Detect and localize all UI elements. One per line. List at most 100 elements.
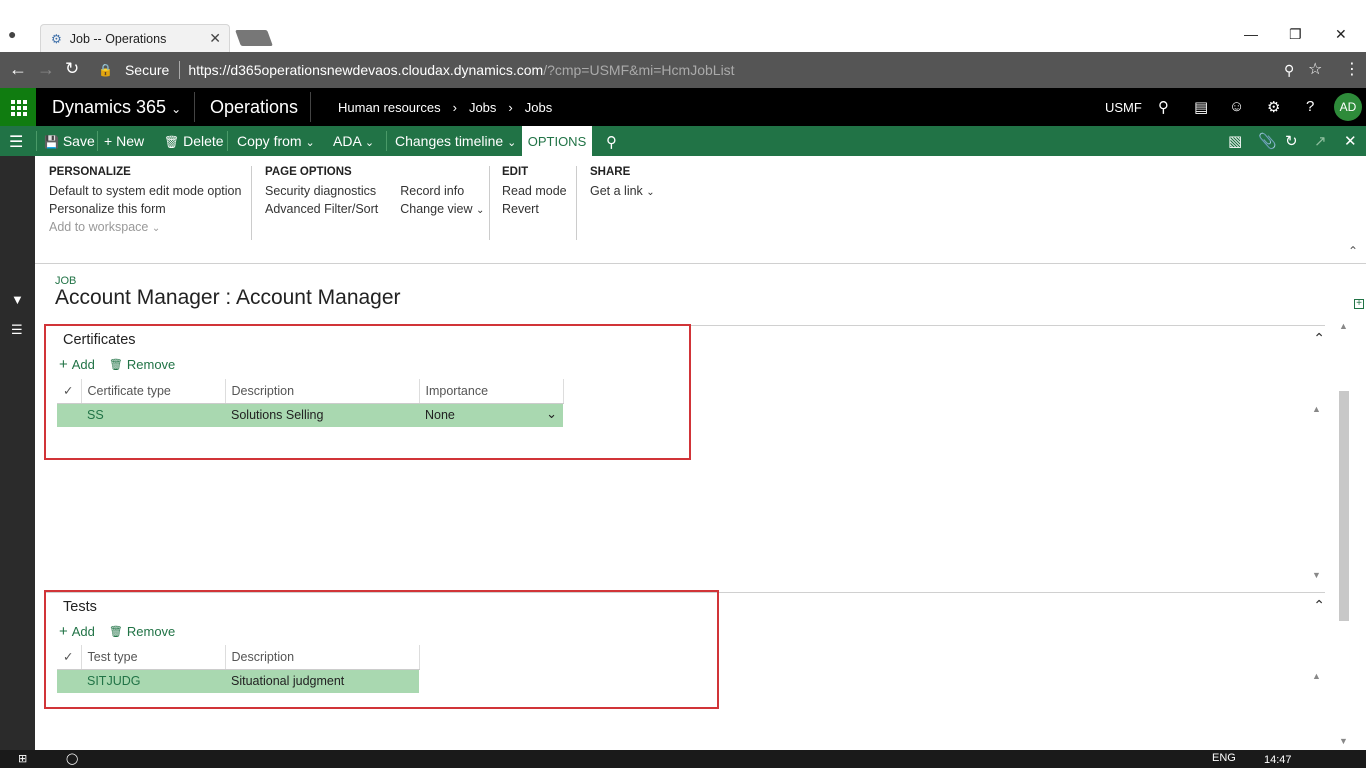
browser-tabstrip: ● ⚙ Job -- Operations ✕ — ❐ ✕ <box>0 0 1366 52</box>
scroll-thumb[interactable] <box>1339 391 1349 621</box>
new-button[interactable]: + New <box>104 133 144 149</box>
nav-divider <box>194 92 195 122</box>
advanced-filter-option[interactable]: Advanced Filter/Sort <box>265 202 378 220</box>
chevron-down-icon: ⌄ <box>364 137 375 149</box>
action-search-icon[interactable]: ⚲ <box>606 133 617 151</box>
module-title: Operations <box>210 97 299 117</box>
forward-icon[interactable]: → <box>37 59 55 80</box>
windows-taskbar: ⊞ ◯ ENG 14:47 <box>0 750 1366 768</box>
breadcrumb: Human resources › Jobs › Jobs <box>338 100 552 115</box>
refresh-icon[interactable]: ↻ <box>1285 132 1298 150</box>
breadcrumb-item[interactable]: Jobs <box>525 100 552 115</box>
scroll-up-icon[interactable]: ▲ <box>1339 321 1348 331</box>
tests-scrollbar[interactable]: ▲ <box>1309 671 1323 751</box>
expand-panel-icon[interactable]: + <box>1354 299 1364 309</box>
browser-menu-icon[interactable]: ⋮ <box>1344 59 1360 79</box>
breadcrumb-item[interactable]: Jobs <box>469 100 496 115</box>
url-host: https://d365operationsnewdevaos.cloudax.… <box>188 62 544 78</box>
start-icon[interactable]: ⊞ <box>18 752 27 765</box>
ada-menu[interactable]: ADA ⌄ <box>333 133 374 149</box>
breadcrumb-item[interactable]: Human resources <box>338 100 441 115</box>
action-divider <box>97 131 98 151</box>
list-icon[interactable]: ☰ <box>11 322 23 338</box>
address-bar[interactable]: 🔒 Secure https://d365operationsnewdevaos… <box>92 58 1332 82</box>
app-launcher-icon[interactable] <box>0 88 36 126</box>
chevron-down-icon: ⌄ <box>305 137 315 149</box>
tab-close-icon[interactable]: ✕ <box>209 30 221 47</box>
reload-icon[interactable]: ↻ <box>65 59 79 79</box>
collapse-ribbon-icon[interactable]: ⌃ <box>1348 244 1358 258</box>
new-tab-button[interactable] <box>235 30 273 46</box>
copy-from-menu[interactable]: Copy from ⌄ <box>237 133 315 149</box>
brand-title[interactable]: Dynamics 365 ⌄ <box>52 97 181 118</box>
options-ribbon: PERSONALIZE Default to system edit mode … <box>35 156 1366 264</box>
plus-icon: + <box>104 133 113 149</box>
delete-label: Delete <box>183 133 224 149</box>
language-indicator[interactable]: ENG <box>1212 752 1236 764</box>
minimize-icon[interactable]: — <box>1244 26 1258 42</box>
attachment-icon[interactable]: 📎 <box>1258 132 1277 150</box>
page-scrollbar[interactable]: ▲ ▼ <box>1336 321 1350 746</box>
incognito-icon: ● <box>8 26 17 42</box>
zoom-icon[interactable]: ⚲ <box>1284 62 1294 79</box>
delete-button[interactable]: 🗑 Delete <box>164 133 224 149</box>
messages-icon[interactable]: ▤ <box>1194 98 1208 116</box>
help-icon[interactable]: ? <box>1306 98 1314 115</box>
url-query: /?cmp=USMF&mi=HcmJobList <box>543 62 735 78</box>
scroll-down-icon[interactable]: ▼ <box>1312 570 1321 580</box>
scroll-up-icon[interactable]: ▲ <box>1312 404 1321 414</box>
ribbon-group-personalize: PERSONALIZE Default to system edit mode … <box>49 166 241 238</box>
restore-icon[interactable]: ❐ <box>1289 26 1302 43</box>
nav-divider <box>310 92 311 122</box>
new-label: New <box>116 133 145 149</box>
open-new-window-icon[interactable]: ↗ <box>1314 132 1327 150</box>
ribbon-group-header: SHARE <box>590 166 631 178</box>
chevron-down-icon: ⌄ <box>171 102 182 116</box>
change-view-option[interactable]: Change view ⌄ <box>400 202 484 220</box>
close-page-icon[interactable]: ✕ <box>1344 132 1357 150</box>
filter-icon[interactable]: ▼ <box>11 292 24 307</box>
scroll-down-icon[interactable]: ▼ <box>1339 736 1348 746</box>
personalize-form-option[interactable]: Personalize this form <box>49 202 241 220</box>
feedback-smiley-icon[interactable]: ☺ <box>1229 98 1244 115</box>
browser-tab[interactable]: ⚙ Job -- Operations ✕ <box>40 24 230 52</box>
office-icon[interactable]: ▧ <box>1228 132 1242 150</box>
app-navbar: Dynamics 365 ⌄ Operations Human resource… <box>0 88 1366 126</box>
ribbon-group-header: PERSONALIZE <box>49 166 131 178</box>
save-label: Save <box>62 133 95 149</box>
action-divider <box>36 131 37 151</box>
collapse-section-icon[interactable]: ⌃ <box>1313 330 1325 347</box>
scroll-up-icon[interactable]: ▲ <box>1312 671 1321 681</box>
company-picker[interactable]: USMF <box>1105 100 1142 115</box>
revert-option[interactable]: Revert <box>502 202 567 220</box>
window-close-icon[interactable]: ✕ <box>1335 26 1347 43</box>
tab-options[interactable]: OPTIONS <box>522 126 592 156</box>
hamburger-menu-icon[interactable]: ☰ <box>9 132 23 152</box>
brand-label: Dynamics 365 <box>52 97 167 117</box>
settings-gear-icon[interactable]: ⚙ <box>1267 98 1280 116</box>
record-info-option[interactable]: Record info <box>400 184 484 202</box>
ribbon-group-share: SHARE Get a link ⌄ <box>590 166 655 202</box>
security-diagnostics-option[interactable]: Security diagnostics <box>265 184 378 202</box>
tab-title: Job -- Operations <box>69 31 167 46</box>
chevron-right-icon: › <box>508 100 513 115</box>
save-button[interactable]: 💾 Save <box>44 133 95 149</box>
clock[interactable]: 14:47 <box>1264 754 1292 766</box>
search-icon[interactable]: ⚲ <box>1158 98 1169 116</box>
bookmark-star-icon[interactable]: ☆ <box>1308 59 1322 79</box>
default-edit-mode-option[interactable]: Default to system edit mode option <box>49 184 241 202</box>
chevron-down-icon: ⌄ <box>476 205 485 216</box>
certificates-highlight <box>44 324 691 460</box>
change-view-label: Change view <box>400 202 473 216</box>
read-mode-option[interactable]: Read mode <box>502 184 567 202</box>
get-a-link-option[interactable]: Get a link ⌄ <box>590 184 655 202</box>
changes-timeline-menu[interactable]: Changes timeline ⌄ <box>395 133 516 149</box>
certificates-scrollbar[interactable]: ▲ ▼ <box>1309 404 1323 580</box>
avatar[interactable]: AD <box>1334 93 1362 121</box>
add-to-workspace-option: Add to workspace ⌄ <box>49 220 241 238</box>
search-taskbar-icon[interactable]: ◯ <box>66 752 78 765</box>
changes-timeline-label: Changes timeline <box>395 133 504 149</box>
back-icon[interactable]: ← <box>9 59 27 80</box>
browser-toolbar: ← → ↻ 🔒 Secure https://d365operationsnew… <box>0 52 1366 88</box>
collapse-section-icon[interactable]: ⌃ <box>1313 597 1325 614</box>
